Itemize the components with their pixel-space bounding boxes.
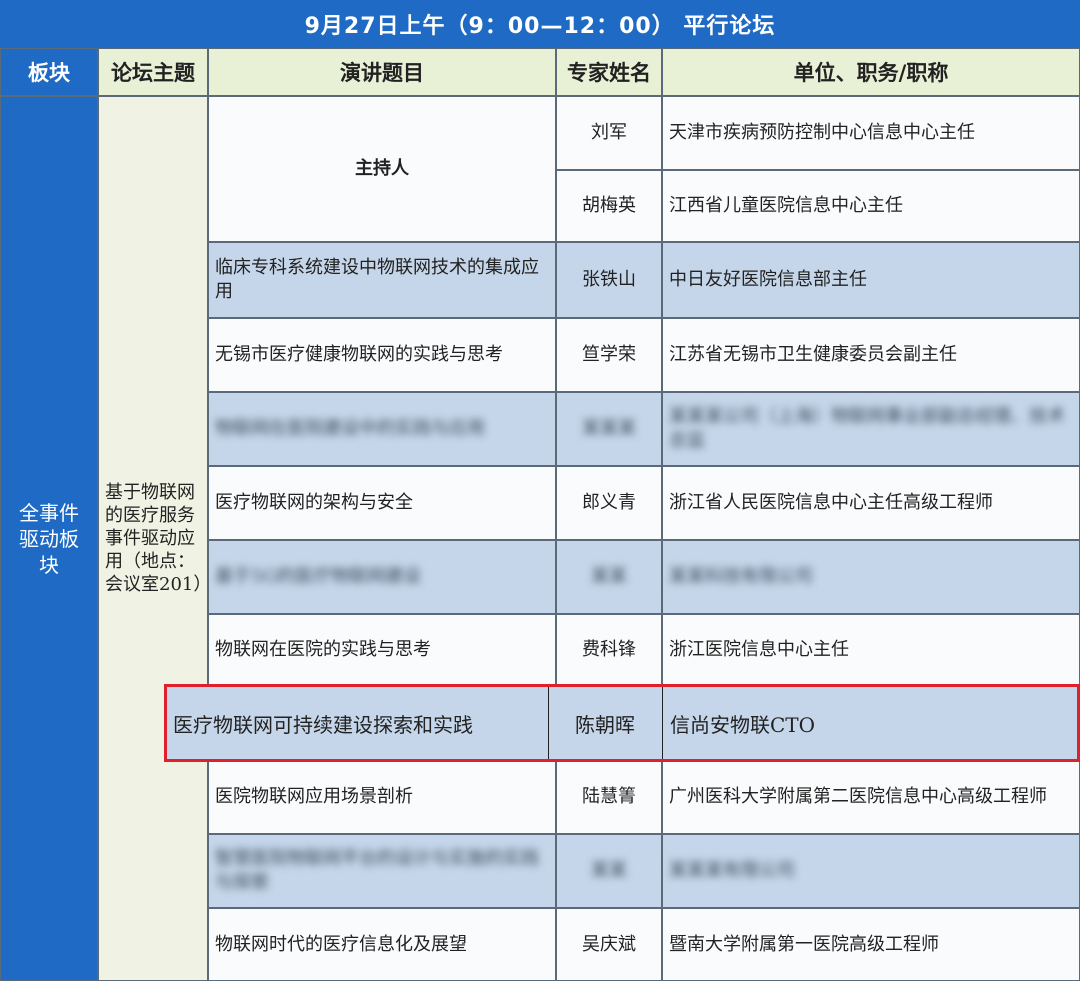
expert-org-blurred: 某某某公司（上海）物联网事业部副总经理、技术总监 <box>662 392 1080 466</box>
talk-title-blurred: 智慧医院物联网平台的设计与实施的实践与探索 <box>208 834 556 908</box>
expert-org: 浙江省人民医院信息中心主任高级工程师 <box>662 466 1080 540</box>
expert-org: 浙江医院信息中心主任 <box>662 614 1080 686</box>
header-org: 单位、职务/职称 <box>662 48 1080 96</box>
expert-name-blurred: 某某 <box>556 834 662 908</box>
header-talk: 演讲题目 <box>208 48 556 96</box>
header-expert: 专家姓名 <box>556 48 662 96</box>
expert-org: 信尚安物联CTO <box>670 712 816 737</box>
column-divider <box>662 687 663 759</box>
expert-name: 费科锋 <box>556 614 662 686</box>
talk-title: 医疗物联网的架构与安全 <box>208 466 556 540</box>
talk-title: 临床专科系统建设中物联网技术的集成应用 <box>208 242 556 318</box>
expert-org: 暨南大学附属第一医院高级工程师 <box>662 908 1080 981</box>
schedule-banner: 9月27日上午（9：00—12：00） 平行论坛 <box>0 0 1080 48</box>
header-block: 板块 <box>0 48 98 96</box>
talk-title: 无锡市医疗健康物联网的实践与思考 <box>208 318 556 392</box>
expert-name: 郎义青 <box>556 466 662 540</box>
block-cell: 全事件驱动板块 <box>0 96 98 981</box>
talk-title-blurred: 物联网在医院建设中的实践与应用 <box>208 392 556 466</box>
talk-title: 医疗物联网可持续建设探索和实践 <box>173 712 473 737</box>
expert-name: 陆慧箐 <box>556 760 662 834</box>
talk-title: 物联网在医院的实践与思考 <box>208 614 556 686</box>
host-cell: 主持人 <box>208 96 556 242</box>
expert-org-blurred: 某某科技有限公司 <box>662 540 1080 614</box>
talk-title: 物联网时代的医疗信息化及展望 <box>208 908 556 981</box>
expert-org: 天津市疾病预防控制中心信息中心主任 <box>662 96 1080 170</box>
expert-name-blurred: 某某 <box>556 540 662 614</box>
schedule-page: 9月27日上午（9：00—12：00） 平行论坛 板块 论坛主题 演讲题目 专家… <box>0 0 1080 981</box>
talk-title: 医院物联网应用场景剖析 <box>208 760 556 834</box>
expert-name: 张铁山 <box>556 242 662 318</box>
expert-name: 笪学荣 <box>556 318 662 392</box>
expert-org: 江苏省无锡市卫生健康委员会副主任 <box>662 318 1080 392</box>
expert-org: 广州医科大学附属第二医院信息中心高级工程师 <box>662 760 1080 834</box>
expert-org: 中日友好医院信息部主任 <box>662 242 1080 318</box>
expert-name: 胡梅英 <box>556 170 662 242</box>
expert-name: 陈朝晖 <box>575 712 635 737</box>
expert-name-blurred: 某某某 <box>556 392 662 466</box>
expert-name: 刘军 <box>556 96 662 170</box>
expert-org: 江西省儿童医院信息中心主任 <box>662 170 1080 242</box>
expert-org-blurred: 某某某有限公司 <box>662 834 1080 908</box>
expert-name: 吴庆斌 <box>556 908 662 981</box>
highlighted-row: 医疗物联网可持续建设探索和实践 陈朝晖 信尚安物联CTO <box>164 684 1080 762</box>
forum-theme-cell: 基于物联网的医疗服务事件驱动应用（地点：会议室201） <box>98 96 211 981</box>
header-theme: 论坛主题 <box>98 48 208 96</box>
talk-title-blurred: 基于5G的医疗物联网建设 <box>208 540 556 614</box>
